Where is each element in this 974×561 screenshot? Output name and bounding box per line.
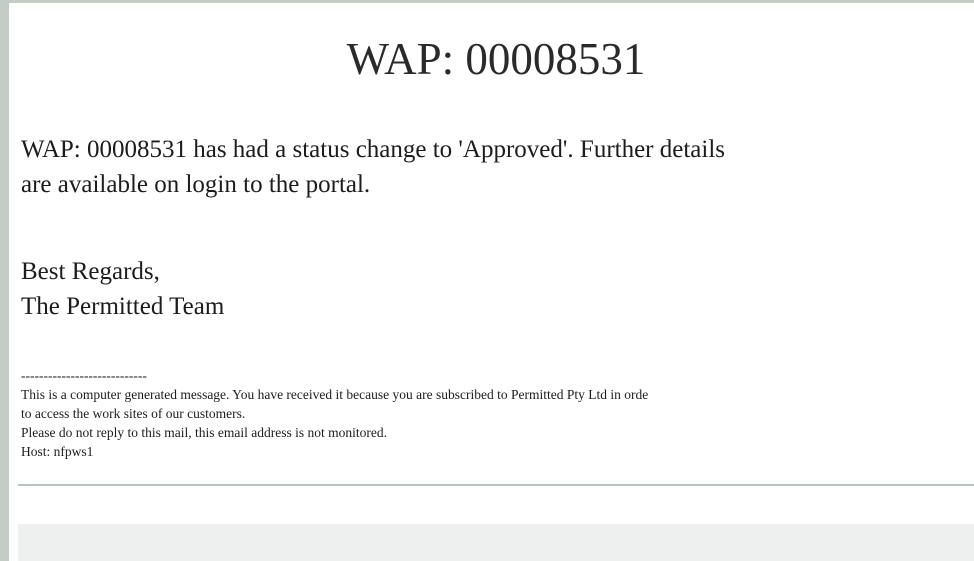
disclaimer-line: Please do not reply to this mail, this e… — [21, 425, 387, 440]
email-title: WAP: 00008531 — [346, 34, 646, 84]
email-viewer-frame: WAP: 00008531 WAP: 00008531 has had a st… — [0, 0, 974, 561]
email-message-line: are available on login to the portal. — [21, 171, 371, 198]
email-body: WAP: 00008531 WAP: 00008531 has had a st… — [18, 6, 974, 486]
email-message-line: WAP: 00008531 has had a status change to… — [21, 136, 726, 163]
host-line: Host: nfpws1 — [21, 444, 94, 459]
email-disclaimer: ---------------------------- This is a c… — [21, 366, 974, 461]
signature-text: The Permitted Team — [21, 293, 225, 320]
disclaimer-line: to access the work sites of our customer… — [21, 406, 246, 421]
viewer-footer-band — [18, 524, 974, 561]
email-signoff: Best Regards, The Permitted Team — [21, 254, 224, 324]
email-message: WAP: 00008531 has had a status change to… — [21, 132, 962, 202]
sign-off-text: Best Regards, — [21, 258, 160, 285]
disclaimer-separator: ---------------------------- — [21, 368, 147, 383]
disclaimer-line: This is a computer generated message. Yo… — [21, 387, 649, 402]
